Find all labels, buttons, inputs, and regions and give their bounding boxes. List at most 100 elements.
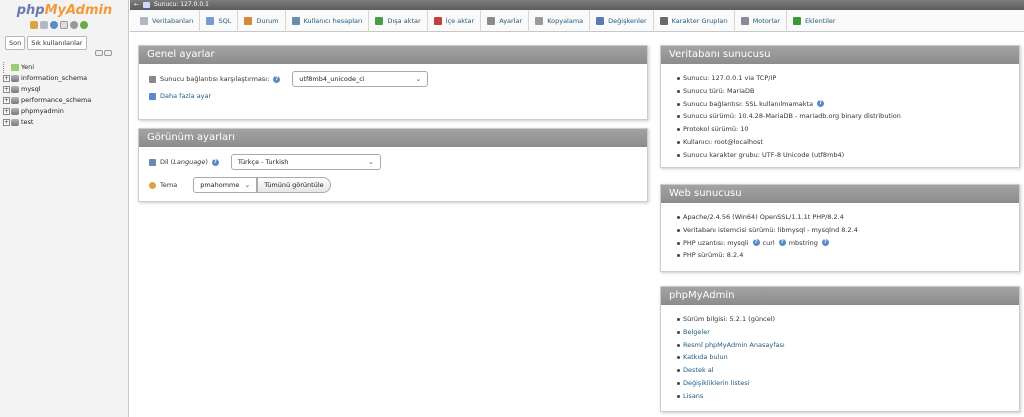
wrench-icon — [149, 92, 156, 100]
plugins-icon — [792, 16, 801, 25]
homepage-link[interactable]: Resmî phpMyAdmin Anasayfası — [683, 339, 785, 352]
changelog-link[interactable]: Değişikliklerin listesi — [683, 377, 749, 390]
nav-icon-bar — [30, 21, 88, 29]
list-item: Veritabanı istemcisi sürümü: libmysql - … — [677, 224, 1007, 237]
recent-tab[interactable]: Son — [5, 36, 26, 50]
minimize-arrow-icon[interactable]: ← — [134, 0, 139, 10]
tab-plugins[interactable]: Eklentiler — [787, 10, 842, 32]
tab-label: Kopyalama — [547, 16, 584, 25]
charset-icon — [659, 16, 668, 25]
home-icon[interactable] — [30, 21, 38, 29]
support-link[interactable]: Destek al — [683, 364, 714, 377]
pma-info-list: Sürüm bilgisi: 5.2.1 (güncel) Belgeler R… — [661, 305, 1019, 403]
collation-select[interactable]: utf8mb4_unicode_ci ⌄ — [292, 71, 429, 87]
new-database-icon — [11, 64, 19, 71]
license-link[interactable]: Lisans — [683, 390, 703, 403]
expand-icon[interactable]: + — [3, 75, 10, 82]
tab-settings[interactable]: Ayarlar — [481, 9, 530, 32]
tree-item-label: mysql — [21, 85, 41, 93]
view-all-themes-button[interactable]: Tümünü görüntüle — [257, 177, 331, 193]
version-info: Sürüm bilgisi: 5.2.1 (güncel) — [683, 315, 775, 323]
logo-text-php: php — [16, 3, 45, 18]
engines-icon — [740, 16, 749, 25]
info-text: Veritabanı istemcisi sürümü: libmysql - … — [683, 225, 858, 234]
more-settings-link[interactable]: Daha fazla ayar — [160, 92, 211, 100]
logout-icon[interactable] — [40, 21, 48, 29]
help-icon[interactable]: ? — [273, 75, 281, 83]
tree-item-label: information_schema — [21, 74, 88, 82]
collapse-all-icon[interactable] — [95, 50, 103, 56]
tab-sql[interactable]: SQL — [200, 9, 239, 32]
expand-icon[interactable]: + — [3, 119, 10, 126]
tab-import[interactable]: İçe aktar — [428, 9, 482, 32]
database-icon — [11, 75, 19, 82]
tab-replication[interactable]: Kopyalama — [529, 9, 591, 32]
list-item[interactable]: Destek al — [677, 364, 1007, 377]
favorites-tab[interactable]: Sık kullanılanlar — [27, 36, 87, 50]
tab-engines[interactable]: Motorlar — [735, 9, 787, 32]
database-icon — [140, 16, 148, 25]
help-icon[interactable]: ? — [778, 239, 786, 247]
language-label-suffix: ) — [205, 158, 208, 166]
list-item: PHP sürümü: 8.2.4 — [677, 249, 1007, 262]
wrench-icon — [487, 16, 496, 25]
language-value: Türkçe - Turkish — [237, 158, 289, 166]
tab-charsets[interactable]: Karakter Grupları — [654, 9, 735, 32]
tree-item-mysql[interactable]: + mysql — [3, 84, 127, 95]
help-icon[interactable]: ? — [211, 158, 219, 166]
help-icon[interactable]: ? — [821, 239, 829, 247]
help-icon[interactable]: ? — [752, 239, 760, 247]
database-tree: Yeni + information_schema + mysql + perf… — [3, 62, 127, 128]
language-select[interactable]: Türkçe - Turkish ⌄ — [230, 154, 381, 170]
appearance-settings-panel: Görünüm ayarları Dil (Language) ? Türkçe… — [138, 128, 648, 202]
expand-icon[interactable]: + — [3, 86, 10, 93]
server-label[interactable]: Sunucu: 127.0.0.1 — [154, 0, 209, 10]
theme-value: pmahomme — [200, 181, 240, 189]
documentation-link[interactable]: Belgeler — [683, 326, 710, 339]
collation-label: Sunucu bağlantısı karşılaştırması: — [160, 75, 270, 83]
tree-item-performance-schema[interactable]: + performance_schema — [3, 95, 127, 106]
tree-item-label: phpmyadmin — [21, 107, 64, 115]
tab-variables[interactable]: Değişkenler — [590, 9, 654, 32]
list-item[interactable]: Resmî phpMyAdmin Anasayfası — [677, 339, 1007, 352]
language-icon — [149, 158, 156, 166]
expand-icon[interactable]: + — [3, 97, 10, 104]
list-item: Protokol sürümü: 10 — [677, 123, 1007, 136]
web-server-panel: Web sunucusu Apache/2.4.56 (Win64) OpenS… — [660, 184, 1020, 272]
panel-title: phpMyAdmin — [661, 287, 1019, 305]
tab-status[interactable]: Durum — [238, 9, 286, 32]
language-label-english: Language — [173, 158, 206, 166]
list-item[interactable]: Lisans — [677, 390, 1007, 403]
tab-user-accounts[interactable]: Kullanıcı hesapları — [286, 9, 370, 32]
contribute-link[interactable]: Katkıda bulun — [683, 351, 728, 364]
phpmyadmin-logo[interactable]: phpMyAdmin — [0, 3, 129, 18]
gear-icon[interactable] — [70, 21, 78, 29]
tree-item-new[interactable]: Yeni — [3, 62, 127, 73]
tree-item-information-schema[interactable]: + information_schema — [3, 73, 127, 84]
list-item[interactable]: Değişikliklerin listesi — [677, 377, 1007, 390]
list-item: Sunucu türü: MariaDB — [677, 85, 1007, 98]
database-icon — [11, 86, 19, 93]
help-icon[interactable]: ? — [817, 100, 825, 108]
navigation-panel: phpMyAdmin Son Sık kullanılanlar Yeni + … — [0, 0, 129, 417]
list-item[interactable]: Belgeler — [677, 326, 1007, 339]
import-icon — [433, 16, 442, 25]
docs-icon[interactable] — [60, 21, 68, 29]
tree-item-test[interactable]: + test — [3, 117, 127, 128]
info-text: Kullanıcı: root@localhost — [683, 137, 763, 146]
reload-icon[interactable] — [80, 21, 88, 29]
panel-title: Web sunucusu — [661, 185, 1019, 203]
database-icon — [11, 119, 19, 126]
list-item[interactable]: Katkıda bulun — [677, 351, 1007, 364]
info-text: Apache/2.4.56 (Win64) OpenSSL/1.1.1t PHP… — [683, 213, 844, 221]
info-text: Sunucu: 127.0.0.1 via TCP/IP — [683, 74, 777, 82]
expand-icon[interactable]: + — [3, 108, 10, 115]
theme-select[interactable]: pmahomme ⌄ — [193, 177, 258, 193]
tab-databases[interactable]: Veritabanları — [134, 9, 201, 32]
tab-export[interactable]: Dışa aktar — [369, 9, 428, 32]
server-breadcrumb: ← Sunucu: 127.0.0.1 — [130, 0, 1024, 10]
tab-label: Motorlar — [752, 16, 780, 25]
link-icon[interactable] — [104, 50, 112, 56]
tree-item-phpmyadmin[interactable]: + phpmyadmin — [3, 106, 127, 117]
help-icon[interactable] — [50, 21, 58, 29]
